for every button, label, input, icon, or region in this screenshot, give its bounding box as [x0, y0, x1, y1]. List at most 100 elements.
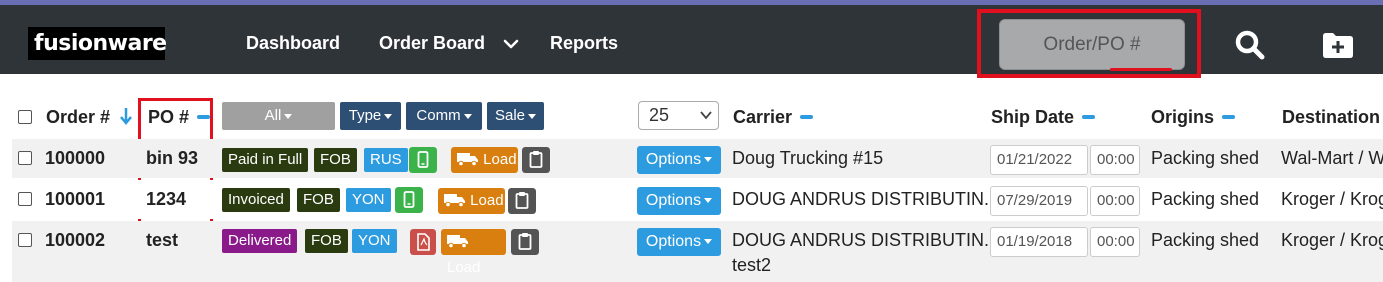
order-po-search-highlight: Order/PO # — [977, 9, 1201, 78]
navbar: fusionware Dashboard Order Board Reports… — [0, 5, 1383, 78]
load-label: Load — [447, 259, 481, 276]
clipboard-icon[interactable] — [511, 229, 539, 255]
terms-badge[interactable]: FOB — [305, 229, 348, 253]
truck-icon — [457, 152, 478, 166]
destination-value: Kroger / Krog — [1281, 189, 1383, 209]
header-carrier-label: Carrier — [733, 107, 793, 127]
chevron-down-icon — [700, 111, 712, 120]
nav-dashboard[interactable]: Dashboard — [246, 33, 340, 54]
filter-sale-dropdown[interactable]: Sale — [487, 102, 544, 130]
filter-type-dropdown[interactable]: Type — [340, 102, 401, 130]
per-page-value: 25 — [649, 105, 670, 125]
terms-badge[interactable]: FOB — [314, 148, 357, 172]
order-number[interactable]: 100002 — [45, 230, 105, 251]
carrier-note: test2 — [732, 255, 772, 275]
order-number[interactable]: 100001 — [45, 189, 105, 210]
truck-icon — [447, 234, 468, 248]
status-badge[interactable]: Paid in Full — [222, 148, 309, 172]
options-label: Options — [645, 192, 702, 209]
comm-badge[interactable]: YON — [352, 229, 397, 253]
header-ship-date-label: Ship Date — [991, 107, 1075, 127]
ship-time-input[interactable]: 00:00 — [1090, 227, 1140, 257]
header-order-label: Order # — [46, 107, 111, 127]
clipboard-icon[interactable] — [508, 188, 536, 214]
caret-down-icon — [528, 113, 537, 119]
order-po-search-label: Order/PO # — [1043, 34, 1141, 55]
row-checkbox[interactable] — [18, 192, 32, 206]
options-dropdown[interactable]: Options — [637, 187, 721, 215]
caret-down-icon — [463, 113, 472, 119]
order-po-search-button[interactable]: Order/PO # — [999, 19, 1185, 71]
carrier-name[interactable]: DOUG ANDRUS DISTRIBUTIN... — [732, 230, 999, 251]
sort-neutral-icon[interactable] — [1082, 114, 1096, 119]
row-checkbox[interactable] — [18, 151, 32, 165]
filter-all-dropdown[interactable]: All — [222, 102, 335, 130]
status-badge[interactable]: Delivered — [222, 229, 298, 253]
chevron-down-icon[interactable] — [503, 36, 519, 52]
filter-type-label: Type — [348, 107, 382, 124]
nav-order-board[interactable]: Order Board — [379, 33, 485, 54]
po-number[interactable]: bin 93 — [146, 148, 198, 169]
load-button[interactable]: Load — [451, 147, 518, 173]
carrier-name[interactable]: DOUG ANDRUS DISTRIBUTIN... — [732, 189, 999, 210]
destination-value: Kroger / Krog — [1281, 230, 1383, 250]
po-number[interactable]: 1234 — [146, 189, 186, 210]
options-dropdown[interactable]: Options — [637, 146, 721, 174]
ship-date-input[interactable]: 07/29/2019 — [990, 186, 1088, 216]
order-number[interactable]: 100000 — [45, 148, 105, 169]
load-button[interactable]: Load — [438, 188, 505, 214]
terms-badge[interactable]: FOB — [297, 188, 340, 212]
caret-down-icon — [704, 157, 713, 163]
load-label: Load — [483, 151, 517, 168]
caret-down-icon — [704, 198, 713, 204]
status-badge[interactable]: Invoiced — [222, 188, 290, 212]
fusionware-logo[interactable]: fusionware — [28, 27, 167, 60]
ship-time-input[interactable]: 00:00 — [1090, 145, 1140, 175]
origin-value: Packing shed — [1151, 230, 1260, 250]
pdf-file-icon[interactable] — [410, 229, 436, 255]
filter-all-label: All — [264, 107, 282, 124]
filter-sale-label: Sale — [494, 107, 526, 124]
load-label: Load — [470, 192, 504, 209]
header-origins-label: Origins — [1151, 107, 1215, 127]
search-icon[interactable] — [1233, 29, 1267, 61]
carrier-name[interactable]: Doug Trucking #15 — [732, 148, 883, 169]
comm-badge[interactable]: RUS — [364, 148, 408, 172]
po-number[interactable]: test — [146, 230, 178, 251]
caret-down-icon — [284, 113, 293, 119]
caret-down-icon — [704, 239, 713, 245]
header-ship-date[interactable]: Ship Date — [991, 107, 1096, 128]
header-origins[interactable]: Origins — [1151, 107, 1236, 128]
filter-comm-label: Comm — [416, 107, 461, 124]
comm-badge[interactable]: YON — [346, 188, 391, 212]
destination-value: Wal-Mart / W — [1281, 148, 1383, 168]
caret-down-icon — [384, 113, 393, 119]
origin-value: Packing shed — [1151, 189, 1260, 209]
filter-comm-dropdown[interactable]: Comm — [406, 102, 482, 130]
options-dropdown[interactable]: Options — [637, 228, 721, 256]
per-page-select[interactable]: 25 — [638, 101, 719, 130]
clipboard-icon[interactable] — [522, 147, 550, 173]
origin-value: Packing shed — [1151, 148, 1260, 168]
options-label: Options — [645, 233, 702, 250]
sort-down-arrow-icon[interactable] — [119, 107, 133, 126]
nav-reports[interactable]: Reports — [550, 33, 618, 54]
header-destination[interactable]: Destination — [1282, 107, 1380, 128]
row-checkbox[interactable] — [18, 233, 32, 247]
ship-time-input[interactable]: 00:00 — [1090, 186, 1140, 216]
header-order[interactable]: Order # — [46, 107, 133, 128]
truck-icon — [444, 193, 465, 207]
header-carrier[interactable]: Carrier — [733, 107, 814, 128]
ship-date-input[interactable]: 01/19/2018 — [990, 227, 1088, 257]
phone-icon[interactable] — [395, 187, 423, 213]
folder-plus-icon[interactable] — [1321, 29, 1355, 61]
phone-icon[interactable] — [409, 147, 437, 173]
options-label: Options — [645, 151, 702, 168]
ship-date-input[interactable]: 01/21/2022 — [990, 145, 1088, 175]
sort-neutral-icon[interactable] — [800, 114, 814, 119]
select-all-checkbox[interactable] — [18, 110, 32, 124]
load-button[interactable]: Load — [441, 229, 506, 276]
spellcheck-underline — [1110, 68, 1172, 71]
sort-neutral-icon[interactable] — [1222, 114, 1236, 119]
header-destination-label: Destination — [1282, 107, 1381, 127]
